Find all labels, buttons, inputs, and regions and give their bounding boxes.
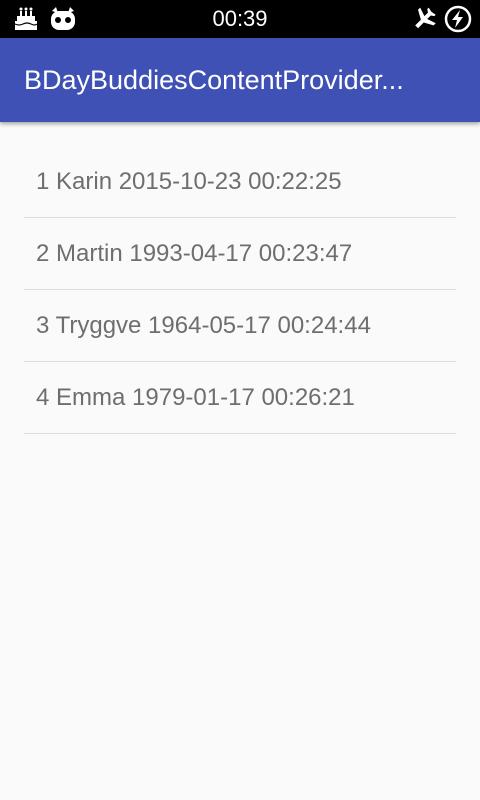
list-item[interactable]: 2 Martin 1993-04-17 00:23:47 <box>24 218 456 290</box>
birthday-list: 1 Karin 2015-10-23 00:22:25 2 Martin 199… <box>24 146 456 434</box>
system-icons <box>410 5 472 33</box>
airplane-mode-icon <box>410 6 436 32</box>
app-title: BDayBuddiesContentProvider... <box>24 65 404 95</box>
list-item[interactable]: 3 Tryggve 1964-05-17 00:24:44 <box>24 290 456 362</box>
list-item[interactable]: 1 Karin 2015-10-23 00:22:25 <box>24 146 456 218</box>
status-time: 00:39 <box>212 6 268 31</box>
battery-charging-icon <box>444 5 472 33</box>
app-bar: BDayBuddiesContentProvider... <box>0 38 480 122</box>
list-item[interactable]: 4 Emma 1979-01-17 00:26:21 <box>24 362 456 434</box>
status-bar: 00:39 <box>0 0 480 38</box>
